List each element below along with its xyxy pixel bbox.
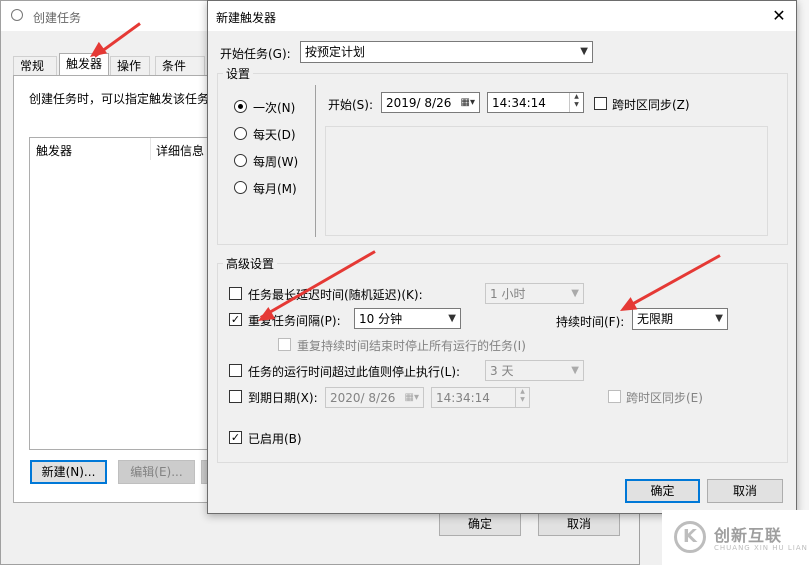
begin-task-value: 按预定计划 [305, 45, 366, 59]
watermark-name: 创新互联 [714, 526, 783, 545]
enabled-checkbox[interactable]: ✓ [229, 431, 242, 444]
start-time-input[interactable]: 14:34:14 ▲ ▼ [487, 92, 584, 113]
radio-weekly[interactable] [234, 154, 247, 167]
stop-if-runs-value: 3 天 [490, 364, 514, 378]
delay-checkbox[interactable] [229, 287, 242, 300]
repeat-interval-dropdown[interactable]: 10 分钟 ▼ [354, 308, 461, 329]
start-date-picker[interactable]: 2019/ 8/26 ▦▾ [381, 92, 480, 113]
expire-label: 到期日期(X): [248, 391, 318, 405]
schedule-detail-area [325, 126, 768, 236]
expire-sync-label: 跨时区同步(E) [626, 391, 703, 405]
tab-actions[interactable]: 操作 [110, 56, 150, 75]
close-icon[interactable]: ✕ [768, 5, 790, 27]
expire-time-value: 14:34:14 [436, 391, 490, 405]
radio-weekly-label: 每周(W) [253, 155, 299, 169]
edit-trigger-button[interactable]: 编辑(E)... [118, 460, 195, 484]
tab-general[interactable]: 常规 [13, 56, 57, 75]
delay-dropdown[interactable]: 1 小时 ▼ [485, 283, 584, 304]
dialog-ok-button[interactable]: 确定 [625, 479, 700, 503]
advanced-group-label: 高级设置 [223, 255, 278, 272]
calendar-icon: ▦▾ [460, 97, 475, 108]
chevron-down-icon: ▼ [448, 313, 456, 324]
dialog-cancel-button[interactable]: 取消 [707, 479, 783, 503]
stop-if-runs-label: 任务的运行时间超过此值则停止执行(L): [248, 365, 461, 379]
expire-time-input[interactable]: 14:34:14 ▲ ▼ [431, 387, 530, 408]
chevron-down-icon: ▼ [580, 46, 588, 57]
chevron-down-icon: ▼ [715, 313, 723, 324]
dialog-titlebar: 新建触发器 ✕ [208, 1, 796, 31]
task-ok-button[interactable]: 确定 [439, 512, 521, 536]
start-label: 开始(S): [328, 98, 374, 112]
radio-monthly[interactable] [234, 181, 247, 194]
stop-at-end-checkbox[interactable] [278, 338, 291, 351]
repeat-interval-value: 10 分钟 [359, 312, 403, 326]
start-date-value: 2019/ 8/26 [386, 96, 452, 110]
radio-daily-label: 每天(D) [253, 128, 296, 142]
dialog-title: 新建触发器 [216, 11, 277, 25]
radio-monthly-label: 每月(M) [253, 182, 297, 196]
enabled-label: 已启用(B) [248, 432, 302, 446]
duration-dropdown[interactable]: 无限期 ▼ [632, 308, 728, 330]
sync-timezone-checkbox[interactable] [594, 97, 607, 110]
begin-task-dropdown[interactable]: 按预定计划 ▼ [300, 41, 593, 63]
duration-value: 无限期 [637, 312, 674, 326]
radio-daily[interactable] [234, 127, 247, 140]
grid-header-details: 详细信息 [156, 144, 205, 158]
radio-once-label: 一次(N) [253, 101, 296, 115]
expire-date-value: 2020/ 8/26 [330, 391, 396, 405]
expire-date-picker[interactable]: 2020/ 8/26 ▦▾ [325, 387, 424, 408]
chevron-down-icon: ▼ [571, 288, 579, 299]
sync-timezone-label: 跨时区同步(Z) [612, 98, 690, 112]
chevron-down-icon: ▼ [571, 365, 579, 376]
brand-logo-icon: K [674, 521, 706, 553]
expire-sync-checkbox[interactable] [608, 390, 621, 403]
clock-icon [11, 9, 23, 21]
expire-checkbox[interactable] [229, 390, 242, 403]
triggers-list[interactable]: 触发器 详细信息 [29, 137, 209, 450]
task-cancel-button[interactable]: 取消 [538, 512, 620, 536]
delay-label: 任务最长延迟时间(随机延迟)(K): [248, 288, 423, 302]
grid-header-divider [150, 138, 151, 160]
stop-if-runs-checkbox[interactable] [229, 364, 242, 377]
radio-once[interactable] [234, 100, 247, 113]
spinner-icon[interactable]: ▲ ▼ [569, 93, 583, 112]
delay-value: 1 小时 [490, 287, 526, 301]
begin-task-label: 开始任务(G): [220, 47, 291, 61]
watermark: K 创新互联 CHUANG XIN HU LIAN [662, 510, 809, 565]
repeat-checkbox[interactable]: ✓ [229, 313, 242, 326]
tab-conditions[interactable]: 条件 [155, 56, 205, 75]
settings-divider [315, 85, 316, 237]
stop-if-runs-dropdown[interactable]: 3 天 ▼ [485, 360, 584, 381]
stop-at-end-label: 重复持续时间结束时停止所有运行的任务(I) [297, 339, 526, 353]
duration-label: 持续时间(F): [556, 315, 625, 329]
create-task-title: 创建任务 [33, 11, 82, 25]
settings-group-label: 设置 [223, 65, 254, 82]
calendar-icon: ▦▾ [404, 392, 419, 403]
grid-header-trigger: 触发器 [36, 144, 73, 158]
start-time-value: 14:34:14 [492, 96, 546, 110]
watermark-subtitle: CHUANG XIN HU LIAN [714, 544, 808, 552]
new-trigger-dialog: 新建触发器 ✕ 开始任务(G): 按预定计划 ▼ 设置 一次(N) 每天(D) … [207, 0, 797, 514]
spinner-icon[interactable]: ▲ ▼ [515, 388, 529, 407]
triggers-description: 创建任务时，可以指定触发该任务 [29, 92, 210, 106]
new-trigger-button[interactable]: 新建(N)... [30, 460, 107, 484]
